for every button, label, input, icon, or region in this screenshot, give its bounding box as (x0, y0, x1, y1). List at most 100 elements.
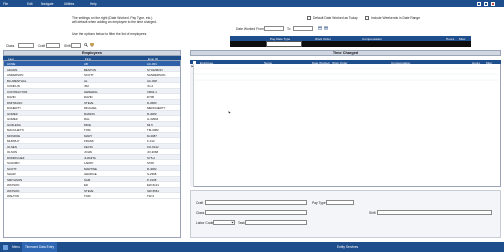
menu-help[interactable]: Help (90, 2, 97, 6)
paint-icon[interactable] (90, 43, 94, 47)
calendar-icon[interactable] (318, 26, 322, 30)
shift-label: Shift (64, 44, 71, 48)
menu-utilities[interactable]: Utilities (64, 2, 74, 6)
employee-first-name: TOM (84, 194, 91, 199)
employee-first-name: GEORGE (84, 172, 97, 177)
chevron-down-icon[interactable] (231, 221, 234, 224)
employee-first-name: MICHAEL (84, 106, 97, 111)
search-icon[interactable] (84, 43, 88, 47)
form-task-label: Task (238, 221, 245, 225)
employee-first-name: FRANK (84, 139, 94, 144)
employee-id: D708 (147, 95, 154, 100)
employee-id: D-3683 (147, 100, 157, 105)
employee-id: G-32904 (147, 117, 159, 122)
menu-edit[interactable]: Edit (27, 2, 33, 6)
employee-first-name: LARRY (84, 161, 94, 166)
employee-first-name: TOM (84, 128, 91, 133)
employee-last-name: BLUMENTHAL (7, 78, 27, 83)
col-date-worked[interactable]: Date Worked (312, 61, 329, 65)
calendar-range-icon[interactable] (324, 26, 328, 30)
employee-first-name: SCOTT (84, 73, 94, 78)
footer-tab-entity-services[interactable]: Entity Services (334, 242, 361, 252)
employee-id: JO-3068 (147, 150, 159, 155)
employee-id: SY5-2 (147, 155, 156, 160)
close-icon[interactable] (491, 1, 495, 6)
col-misc[interactable]: Misc (486, 61, 492, 65)
employee-last-name: ACME (7, 62, 16, 67)
menu-navigate[interactable]: Navigate (41, 2, 54, 6)
form-shift-label: Shift (369, 211, 376, 215)
employee-last-name: SHAW (7, 172, 16, 177)
employee-last-name: SCOTT (7, 166, 17, 171)
employee-id: R-4082 (147, 166, 157, 171)
employee-id: EW-5121 (147, 183, 159, 188)
employee-id: MEDOHERTY (147, 106, 166, 111)
col-compensation[interactable]: Compensation (391, 61, 410, 65)
employee-last-name: MONROE (7, 133, 21, 138)
form-craft-input[interactable] (205, 200, 307, 205)
employee-first-name: STEVE (84, 188, 94, 193)
employee-id: P-3108 (147, 177, 157, 182)
employee-id: KO-6012 (147, 144, 159, 149)
form-class-input[interactable] (205, 210, 307, 215)
footer-taskbar: Menu Timecard Data Entry Entity Services (0, 242, 504, 252)
employee-last-name: GOMEZ (7, 111, 18, 116)
employee-last-name: WALTON (7, 194, 19, 199)
employee-id: MI-5 (147, 122, 153, 127)
employee-last-name: CONTRACTOR (7, 89, 28, 94)
time-grid-selected-cell[interactable] (266, 40, 302, 47)
date-to-input[interactable] (293, 26, 313, 31)
col-name[interactable]: Name (264, 61, 272, 65)
date-from-input[interactable] (264, 26, 284, 31)
col-work-order[interactable]: Work Order (332, 61, 347, 65)
include-weekends-checkbox[interactable] (365, 16, 369, 20)
employee-first-name: RAMON (84, 111, 95, 116)
form-shift-input[interactable] (377, 210, 492, 215)
date-to-label: To (287, 27, 291, 31)
footer-tab-menu[interactable]: Menu (9, 242, 23, 252)
minimize-icon[interactable] (477, 1, 481, 6)
employee-first-name: KEVIN (84, 144, 93, 149)
employee-last-name: ANDERSON (7, 73, 24, 78)
employee-last-name: DMITRANO (7, 100, 23, 105)
row-pointer-icon[interactable] (191, 65, 194, 68)
employee-first-name: RAL (84, 117, 90, 122)
menu-icon[interactable] (3, 244, 8, 250)
table-row[interactable]: WALTON TOM TW-3 (4, 193, 180, 199)
default-date-checkbox[interactable] (307, 16, 311, 20)
employee-id: R-4083 (147, 111, 157, 116)
form-craft-label: Craft (196, 201, 204, 205)
date-worked-label: Date Worked From (236, 27, 264, 31)
menu-file[interactable]: File (3, 2, 8, 6)
employee-first-name: AB (84, 62, 88, 67)
form-task-input[interactable] (245, 220, 307, 225)
col-hours[interactable]: Hours (472, 61, 480, 65)
form-pay-type-label: Pay Type (312, 201, 326, 205)
shift-input[interactable] (71, 43, 81, 48)
employees-table[interactable]: ACME AB AC-001 ADAMS BENTON SY04ZMON ANDERSON S… (3, 60, 181, 238)
employee-id: SY04ZMON (147, 67, 163, 72)
time-charged-column-header: Employee Name Date Worked Work Order Com… (190, 60, 501, 65)
class-label: Class (6, 44, 15, 48)
employee-id: S-2368 (147, 172, 157, 177)
employee-first-name: JOHN (84, 150, 92, 155)
craft-label: Craft (38, 44, 46, 48)
employee-id: F-212 (147, 139, 155, 144)
employee-first-name: MARTINE (84, 166, 97, 171)
employee-id: TW-3 (147, 194, 155, 199)
class-input[interactable] (18, 43, 34, 48)
footer-tab-timecard[interactable]: Timecard Data Entry (22, 242, 58, 252)
craft-input[interactable] (46, 43, 60, 48)
row-selector-column (190, 64, 194, 187)
employee-id: M-3087 (147, 133, 157, 138)
employee-first-name: SAM (84, 177, 91, 182)
mouse-cursor-icon (228, 111, 231, 114)
filter-instructions: Use the options below to filter the list… (72, 32, 148, 36)
employee-first-name: ED (84, 183, 89, 188)
employee-last-name: OLSON (7, 150, 18, 155)
employee-first-name: JIM (84, 84, 89, 89)
employee-id: JC-2 (147, 84, 154, 89)
form-pay-type-input[interactable] (326, 200, 354, 205)
restore-icon[interactable] (484, 1, 488, 6)
col-employee[interactable]: Employee (200, 61, 213, 65)
